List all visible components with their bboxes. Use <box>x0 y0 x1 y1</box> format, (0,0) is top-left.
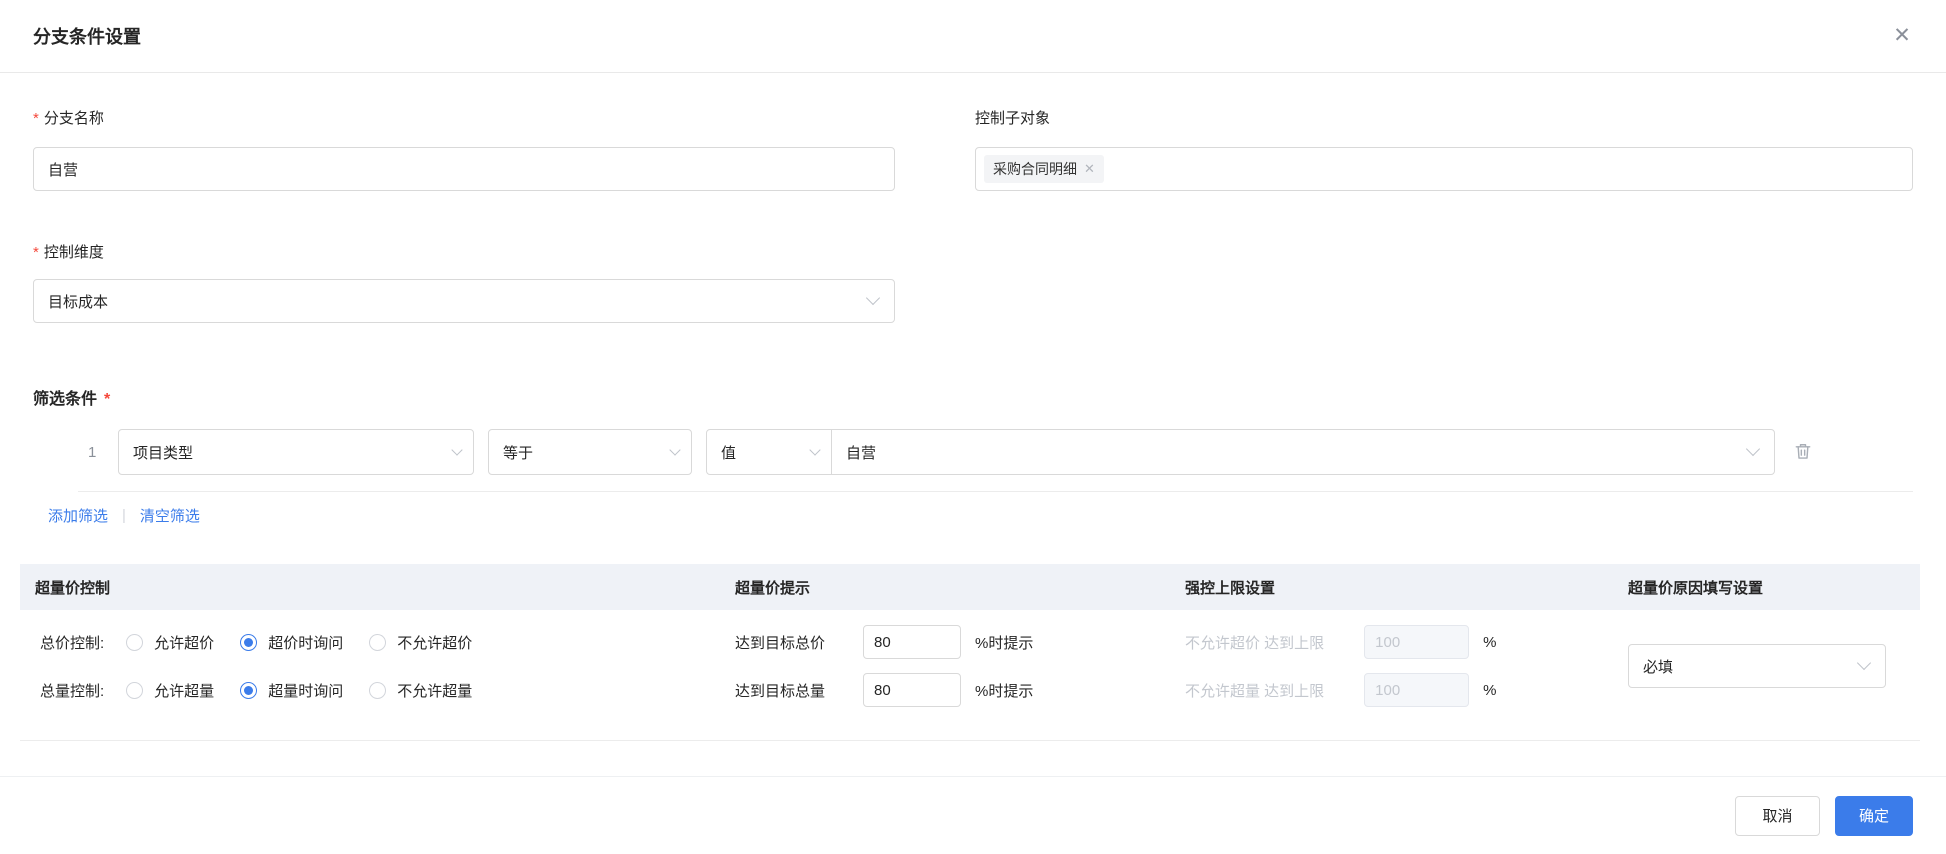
control-dimension-select[interactable]: 目标成本 <box>33 279 895 323</box>
radio-icon[interactable] <box>126 681 144 699</box>
header-force-limit: 强控上限设置 <box>1185 579 1276 597</box>
radio-icon[interactable] <box>240 681 258 699</box>
delete-filter-button[interactable] <box>1793 441 1813 463</box>
chevron-down-icon <box>451 444 463 456</box>
force-limit-label: 不允许超量 达到上限 <box>1185 682 1325 700</box>
prompt-threshold-input[interactable] <box>863 673 962 707</box>
chevron-down-icon <box>865 290 881 306</box>
percent-unit: % <box>1483 633 1497 651</box>
radio-option-allow-overqty[interactable]: 允许超量 <box>126 680 214 701</box>
dialog-title: 分支条件设置 <box>33 27 141 47</box>
tag-remove-icon[interactable]: ✕ <box>1084 161 1095 177</box>
header-overrun-prompt: 超量价提示 <box>735 579 811 597</box>
branch-name-input[interactable] <box>33 147 895 191</box>
radio-option-allow-overprice[interactable]: 允许超价 <box>126 632 214 653</box>
filter-operator-select[interactable]: 等于 <box>488 429 692 475</box>
prompt-prefix: 达到目标总量 <box>735 682 826 700</box>
filter-row: 1 项目类型 等于 值 自营 <box>33 429 1913 475</box>
dialog-footer: 取消 确定 <box>0 776 1946 854</box>
radio-option-forbid-overqty[interactable]: 不允许超量 <box>369 680 472 701</box>
tag-label: 采购合同明细 <box>993 161 1077 177</box>
radio-icon[interactable] <box>369 633 387 651</box>
radio-icon[interactable] <box>126 633 144 651</box>
cancel-button[interactable]: 取消 <box>1735 795 1820 836</box>
force-limit-input <box>1364 673 1470 707</box>
reason-required-select[interactable]: 必填 <box>1628 644 1886 688</box>
dialog-header: 分支条件设置 ✕ <box>0 0 1946 73</box>
prompt-threshold-input[interactable] <box>863 625 962 659</box>
radio-option-ask-on-overqty[interactable]: 超量时询问 <box>240 680 343 701</box>
branch-name-label: * 分支名称 <box>33 110 104 127</box>
selected-tag: 采购合同明细 ✕ <box>984 155 1104 183</box>
control-sub-object-label: 控制子对象 <box>975 110 1051 127</box>
table-row: 总价控制: 允许超价 超价时询问 不允许超价 达到目标总价 80 %时提示 不允… <box>20 618 1610 666</box>
control-dimension-value: 目标成本 <box>48 293 109 311</box>
required-mark: * <box>104 391 111 408</box>
prompt-suffix: %时提示 <box>975 634 1034 652</box>
filter-section-title: 筛选条件 * <box>33 391 111 408</box>
filter-value-select[interactable]: 自营 <box>831 429 1775 475</box>
chevron-down-icon <box>669 444 681 456</box>
chevron-down-icon <box>1856 655 1872 671</box>
filter-value-type-select[interactable]: 值 <box>706 429 832 475</box>
clear-filter-link[interactable]: 清空筛选 <box>140 505 200 526</box>
filter-row-index: 1 <box>88 443 97 461</box>
branch-condition-dialog: 分支条件设置 ✕ *分支名称 控制子对象 采购合同明细 ✕ <box>0 0 1946 854</box>
required-mark: * <box>33 244 39 261</box>
row-label: 总量控制: <box>40 682 105 700</box>
chevron-down-icon <box>1745 441 1761 457</box>
chevron-down-icon <box>809 444 821 456</box>
close-icon[interactable]: ✕ <box>1888 22 1916 50</box>
filter-field-select[interactable]: 项目类型 <box>118 429 474 475</box>
link-separator: | <box>122 507 126 524</box>
overrun-control-table: 超量价控制 超量价提示 强控上限设置 超量价原因填写设置 总价控制: 允许超价 <box>20 564 1920 741</box>
trash-icon <box>1795 444 1811 459</box>
control-dimension-label: * 控制维度 <box>33 244 104 261</box>
reason-required-value: 必填 <box>1643 658 1674 676</box>
table-header-row: 超量价控制 超量价提示 强控上限设置 超量价原因填写设置 <box>20 564 1920 610</box>
radio-icon[interactable] <box>369 681 387 699</box>
confirm-button[interactable]: 确定 <box>1835 795 1913 836</box>
filter-divider <box>78 491 1913 492</box>
required-mark: * <box>33 110 39 127</box>
header-overrun-control: 超量价控制 <box>35 579 111 597</box>
dialog-body: *分支名称 控制子对象 采购合同明细 ✕ *控制维度 目标成本 <box>0 73 1946 776</box>
add-filter-link[interactable]: 添加筛选 <box>48 505 108 526</box>
force-limit-input <box>1364 625 1470 659</box>
prompt-suffix: %时提示 <box>975 682 1034 700</box>
row-label: 总价控制: <box>40 634 105 652</box>
percent-unit: % <box>1483 681 1497 699</box>
header-reason-setting: 超量价原因填写设置 <box>1628 579 1764 597</box>
table-row: 总量控制: 允许超量 超量时询问 不允许超量 达到目标总量 80 %时提示 不允… <box>20 666 1610 714</box>
force-limit-label: 不允许超价 达到上限 <box>1185 634 1325 652</box>
radio-icon[interactable] <box>240 633 258 651</box>
radio-option-forbid-overprice[interactable]: 不允许超价 <box>369 632 472 653</box>
radio-option-ask-on-overprice[interactable]: 超价时询问 <box>240 632 343 653</box>
control-sub-object-input[interactable]: 采购合同明细 ✕ <box>975 147 1913 191</box>
prompt-prefix: 达到目标总价 <box>735 634 826 652</box>
